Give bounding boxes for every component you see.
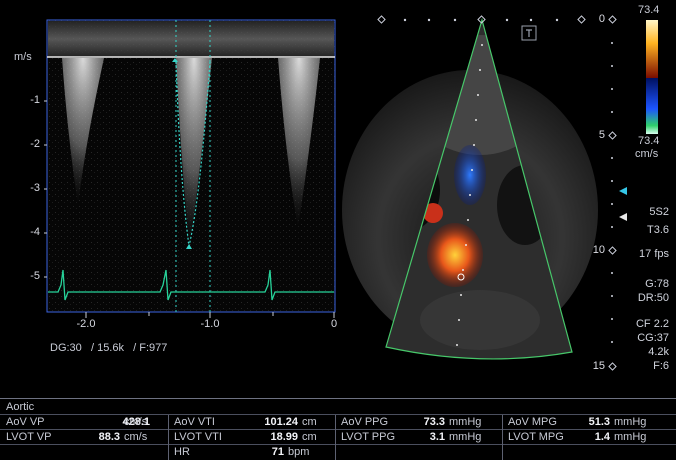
y-tick-label: -5: [30, 270, 40, 282]
row-divider: [0, 414, 676, 415]
dynamic-range: DR:50: [637, 292, 669, 304]
prf-value: 4.2k: [648, 346, 669, 358]
x-tick-label: -2.0: [76, 318, 96, 330]
value-number: 71: [271, 446, 284, 458]
measure-value: 71: [230, 446, 284, 458]
measure-unit: mmHg: [449, 416, 482, 428]
measure-unit: mmHg: [614, 416, 647, 428]
column-divider: [502, 415, 503, 460]
row-divider: [0, 444, 676, 445]
measure-label: HR: [174, 446, 190, 458]
colorbar-unit: cm/s: [635, 148, 659, 160]
value-number: 73.3: [423, 416, 445, 428]
thermal-index: T3.6: [646, 224, 669, 236]
filter-value: F:6: [653, 360, 669, 372]
y-tick-label: -1: [30, 94, 40, 106]
color-doppler-sector: [342, 15, 658, 371]
frame-rate: 17 fps: [639, 248, 669, 260]
value-number: 1.4: [594, 431, 610, 443]
depth-diamonds: [608, 15, 617, 371]
measure-label: AoV MPG: [508, 416, 557, 428]
colorbar-bottom-value: 73.4: [638, 135, 660, 147]
probe-orientation-glyph: [526, 29, 532, 37]
measure-value: 3.1: [405, 431, 445, 443]
measure-value: 1.4: [570, 431, 610, 443]
measure-unit: cm/s: [124, 431, 148, 443]
row-divider: [0, 429, 676, 430]
y-tick-label: -4: [30, 226, 40, 238]
color-frequency: CF 2.2: [635, 318, 669, 330]
value-number: 3.1: [429, 431, 445, 443]
measure-unit: mmHg: [449, 431, 482, 443]
x-tick-label: -1.0: [200, 318, 220, 330]
measure-label: LVOT VP: [6, 431, 52, 443]
colorbar-positive: [646, 20, 658, 78]
measure-value: 101.24: [230, 416, 298, 428]
value-number: 101.24: [264, 416, 298, 428]
color-gain: CG:37: [637, 332, 669, 344]
column-divider: [168, 415, 169, 460]
measure-unit: mmHg: [614, 431, 647, 443]
colorbar-negative: [646, 78, 658, 134]
measure-label: LVOT MPG: [508, 431, 564, 443]
value-number: 18.99: [270, 431, 298, 443]
measure-unit: cm/s: [124, 416, 148, 428]
column-divider: [335, 415, 336, 460]
value-number: 51.3: [588, 416, 610, 428]
measure-value: 88.3: [78, 431, 120, 443]
gain-value: G:78: [645, 278, 669, 290]
measure-unit: cm: [302, 431, 317, 443]
table-title: Aortic: [6, 401, 35, 413]
measure-unit: bpm: [288, 446, 310, 458]
value-number: 88.3: [98, 431, 120, 443]
focus-marker-cyan: [619, 187, 627, 195]
measure-value: 73.3: [405, 416, 445, 428]
depth-label: 10: [592, 244, 605, 256]
y-tick-label: -3: [30, 182, 40, 194]
measure-unit: cm: [302, 416, 317, 428]
red-flow-region: [427, 223, 483, 287]
measure-label: AoV PPG: [341, 416, 389, 428]
depth-label: 15: [592, 360, 605, 372]
measure-label: LVOT PPG: [341, 431, 396, 443]
x-tick-label: 0: [330, 318, 338, 330]
probe-label: 5S2: [649, 206, 669, 218]
measurement-table: Aortic AoV VP 428.1 cm/s AoV VTI 101.24 …: [0, 398, 676, 460]
measure-label: AoV VP: [6, 416, 45, 428]
measure-label: LVOT VTI: [174, 431, 222, 443]
measure-label: AoV VTI: [174, 416, 215, 428]
measure-value: 18.99: [230, 431, 298, 443]
doppler-settings: DG:30 / 15.6k / F:977: [50, 342, 168, 354]
depth-label: 5: [598, 129, 605, 141]
y-tick-label: -2: [30, 138, 40, 150]
colorbar-top-value: 73.4: [638, 4, 660, 16]
velocity-unit-label: m/s: [14, 51, 32, 63]
measure-value: 51.3: [570, 416, 610, 428]
depth-label: 0: [598, 13, 605, 25]
